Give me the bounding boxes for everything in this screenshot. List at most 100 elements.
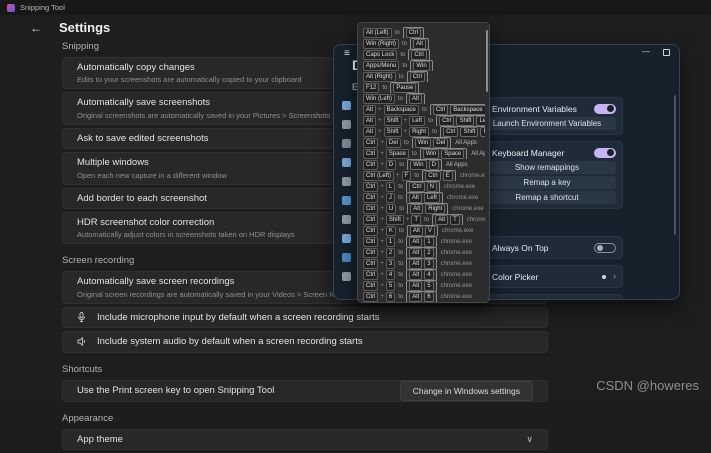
key-chip: J	[385, 192, 395, 203]
key-chip: V	[424, 225, 435, 236]
target-key-group: Ctrl	[402, 27, 425, 38]
settings-row[interactable]: Include system audio by default when a s…	[62, 331, 548, 353]
key-chip: Ctrl	[363, 225, 379, 236]
module-card: Keyboard Manager Show remappings Remap a k…	[471, 141, 623, 209]
popup-scrollbar[interactable]	[486, 30, 488, 92]
module-nav-icon[interactable]	[342, 158, 351, 167]
key-chip: Win	[410, 159, 427, 170]
target-app-label: chrome.exe	[459, 172, 485, 179]
module-row[interactable]: Keyboard Manager	[478, 146, 616, 159]
remap-row: Ctrl +5 to Alt 5 chrome.exe	[363, 280, 485, 291]
section-label: Shortcuts	[62, 363, 103, 375]
microphone-icon	[77, 312, 87, 323]
module-nav-icon[interactable]	[342, 272, 351, 281]
module-name: Keyboard Manager	[492, 147, 565, 158]
key-chip: 4	[424, 269, 434, 280]
plus-separator: +	[380, 216, 384, 223]
remap-row: Alt+Shift+LefttoCtrlShiftLeftAll Apps	[363, 115, 485, 126]
module-nav-icon[interactable]	[342, 215, 351, 224]
module-nav-icon[interactable]	[342, 253, 351, 262]
module-toggle[interactable]	[594, 242, 616, 253]
key-chip: Ctrl	[425, 170, 441, 181]
key-chip: Ctrl	[363, 192, 379, 203]
settings-row[interactable]: App theme ∨	[62, 428, 548, 450]
launch-environment-variables-button[interactable]: Launch Environment Variables	[478, 117, 616, 130]
module-nav-icon[interactable]	[342, 196, 351, 205]
module-nav-icon[interactable]	[342, 177, 351, 186]
module-card: Color Picker ›	[471, 265, 623, 288]
page-title: Settings	[59, 20, 111, 35]
key-chip: Win	[414, 137, 432, 148]
remap-row: Ctrl + Del to Win Del All Apps	[363, 137, 485, 148]
module-nav-icon[interactable]	[342, 139, 351, 148]
chevron-right-icon[interactable]: ›	[613, 272, 616, 281]
restore-icon[interactable]	[663, 48, 670, 56]
module-row[interactable]: Always On Top	[478, 241, 616, 254]
key-chip: Ctrl	[439, 115, 455, 126]
module-nav-icon[interactable]	[342, 234, 351, 243]
key-chip: L	[385, 181, 396, 192]
plus-separator: +	[380, 238, 384, 245]
target-app-label: chrome.exe	[440, 260, 472, 267]
plus-separator: +	[403, 128, 408, 135]
minimize-icon[interactable]: —	[642, 48, 650, 56]
to-label: to	[414, 172, 420, 179]
remap-row: Ctrl +3 to Alt 3 chrome.exe	[363, 258, 485, 269]
settings-row-text: Use the Print screen key to open Snippin…	[77, 381, 400, 400]
plus-separator: +	[403, 117, 408, 124]
module-nav-icon[interactable]	[342, 101, 351, 110]
module-row[interactable]: Color Picker ›	[478, 270, 616, 283]
key-chip: Ctrl	[363, 258, 379, 269]
dashboard-scrollbar[interactable]	[674, 95, 676, 235]
to-label: to	[399, 205, 405, 212]
key-chip: 3	[385, 258, 396, 269]
hamburger-menu-icon[interactable]: ≡	[344, 48, 350, 59]
remap-row: Alt+Shift+RighttoCtrlShiftRightAll Apps	[363, 126, 485, 137]
remap-row: Alt (Right) to Ctrl	[363, 71, 485, 82]
remap-row: Apps/Menu to Win	[363, 60, 485, 71]
key-chip: Win (Right)	[363, 38, 400, 49]
key-chip: Ctrl	[409, 181, 425, 192]
change-in-windows-settings-button[interactable]: Change in Windows settings	[399, 380, 533, 401]
remap-row: Alt (Left) to Ctrl	[363, 27, 485, 38]
remap-a-key-button[interactable]: Remap a key	[478, 176, 616, 189]
module-row[interactable]: Environment Variables	[478, 102, 616, 115]
show-remappings-button[interactable]: Show remappings	[478, 161, 616, 174]
module-row[interactable]: File Locksmith›	[478, 299, 616, 300]
remap-row: Caps Lock to Ctrl	[363, 49, 485, 60]
target-app-label: chrome.exe	[441, 227, 474, 234]
key-chip: Ctrl	[363, 291, 379, 302]
settings-row-title: Include microphone input by default when…	[97, 311, 380, 323]
plus-separator: +	[378, 117, 382, 124]
plus-separator: +	[380, 194, 384, 201]
module-card: File Locksmith›	[471, 294, 623, 300]
target-app-label: chrome.exe	[446, 194, 479, 201]
target-app-label: chrome.exe	[440, 282, 472, 289]
module-toggle[interactable]	[594, 103, 616, 114]
to-label: to	[398, 293, 404, 300]
back-icon[interactable]: ←	[30, 22, 42, 34]
key-chip: Alt	[409, 258, 423, 269]
window-title: Snipping Tool	[20, 3, 65, 12]
key-chip: Caps Lock	[363, 49, 398, 60]
plus-separator: +	[380, 293, 384, 300]
module-nav-icon[interactable]	[342, 120, 351, 129]
key-chip: Backspace	[450, 104, 485, 115]
key-chip: Ctrl	[432, 104, 449, 115]
toggle-knob-icon[interactable]	[602, 274, 606, 279]
plus-separator: +	[396, 172, 400, 179]
target-key-group: Alt 3	[406, 258, 437, 269]
keyboard-remappings-popup: Alt (Left) to Ctrl Win (Right) to Alt Caps Loc…	[357, 22, 490, 303]
settings-row[interactable]: Use the Print screen key to open Snippin…	[62, 379, 548, 402]
module-name: Color Picker	[492, 271, 539, 282]
target-key-group: Win Del	[411, 137, 452, 148]
settings-row[interactable]: Include microphone input by default when…	[62, 306, 548, 329]
module-toggle[interactable]	[594, 147, 616, 158]
to-label: to	[398, 183, 404, 190]
remap-a-shortcut-button[interactable]: Remap a shortcut	[478, 191, 616, 204]
target-app-label: chrome.exe	[452, 205, 484, 212]
key-chip: Shift	[456, 115, 475, 126]
remap-row: Ctrl +6 to Alt 6 chrome.exe	[363, 291, 485, 302]
key-chip: F	[401, 170, 412, 181]
to-label: to	[398, 282, 404, 289]
